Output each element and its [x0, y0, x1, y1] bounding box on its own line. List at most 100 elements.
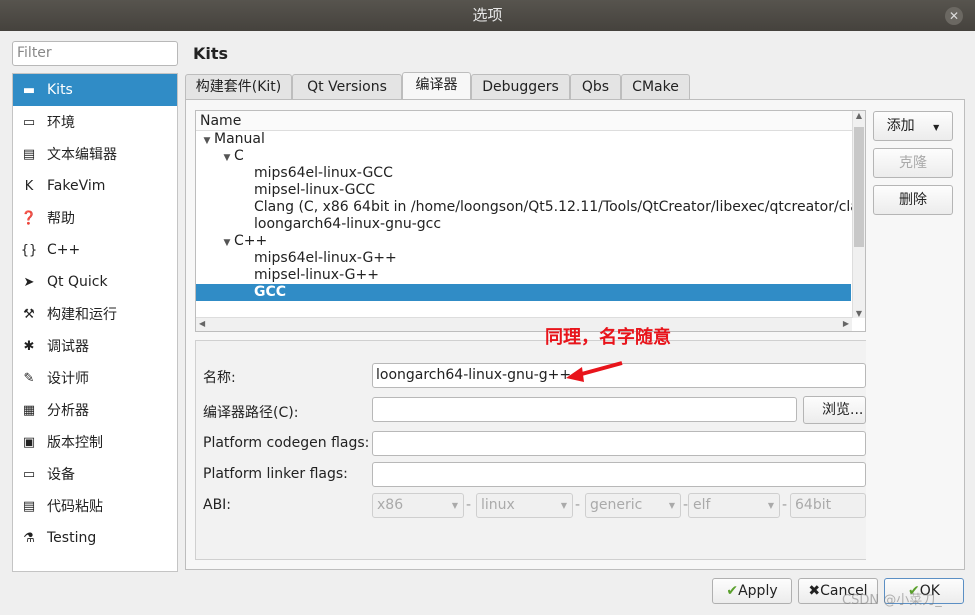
tree-row[interactable]: GCC — [196, 284, 851, 301]
dropdown-arrow-icon: ▼ — [767, 501, 774, 510]
abi-combo-4[interactable]: 64bit — [790, 493, 866, 518]
sidebar-item-3[interactable]: K FakeVim — [13, 170, 177, 202]
sidebar-item-label: 构建和运行 — [47, 307, 117, 323]
sidebar-item-12[interactable]: ▭ 设备 — [13, 458, 177, 490]
abi-combo-0[interactable]: x86 ▼ — [372, 493, 464, 518]
name-label: 名称: — [203, 370, 236, 386]
tab-5[interactable]: CMake — [621, 74, 690, 100]
device-icon: ▭ — [22, 466, 36, 482]
codegen-flags-input[interactable] — [372, 431, 866, 456]
horizontal-scrollbar[interactable]: ◀ ▶ — [196, 317, 852, 331]
window-title: 选项 — [472, 6, 503, 24]
sidebar-item-4[interactable]: ❓ 帮助 — [13, 202, 177, 234]
compiler-tree[interactable]: Name ▼ Manual ▼ Cmips64el-linux-GCC mipsel-l… — [195, 110, 866, 332]
sidebar-item-13[interactable]: ▤ 代码粘贴 — [13, 490, 177, 522]
paper-plane-icon: ➤ — [23, 274, 35, 290]
tree-row-label: mipsel-linux-GCC — [254, 182, 376, 198]
tree-row[interactable]: ▼ C — [196, 148, 865, 165]
sidebar-item-label: Kits — [47, 82, 73, 98]
sidebar-item-label: 文本编辑器 — [47, 147, 117, 163]
scrollbar-thumb[interactable] — [854, 127, 864, 247]
sidebar: ▬ Kits ▭ 环境 ▤ 文本编辑器 K FakeVim ❓ 帮助 {} C++ ➤ Qt Quick ⚒… — [12, 73, 178, 572]
abi-label: ABI: — [203, 497, 232, 513]
title-bar: 选项 — [0, 0, 975, 31]
sidebar-item-label: 代码粘贴 — [47, 499, 103, 515]
abi-combo-2[interactable]: generic ▼ — [585, 493, 681, 518]
compiler-path-label: 编译器路径(C): — [203, 405, 299, 421]
sidebar-item-label: 帮助 — [47, 211, 75, 227]
sidebar-item-2[interactable]: ▤ 文本编辑器 — [13, 138, 177, 170]
fakevim-icon: K — [24, 178, 34, 194]
tab-2[interactable]: 编译器 — [402, 72, 471, 100]
tab-4[interactable]: Qbs — [570, 74, 621, 100]
tree-row[interactable]: mipsel-linux-GCC — [196, 182, 865, 199]
sidebar-item-label: Qt Quick — [47, 274, 108, 290]
abi-separator: - — [466, 497, 472, 513]
chevron-down-icon[interactable]: ▼ — [200, 133, 214, 150]
remove-button[interactable]: 删除 — [873, 185, 953, 215]
abi-combo-1[interactable]: linux ▼ — [476, 493, 573, 518]
sidebar-item-14[interactable]: ⚗ Testing — [13, 522, 177, 554]
tree-row[interactable]: ▼ C++ — [196, 233, 865, 250]
tab-1[interactable]: Qt Versions — [292, 74, 402, 100]
sidebar-item-8[interactable]: ✱ 调试器 — [13, 330, 177, 362]
sidebar-item-label: FakeVim — [47, 178, 106, 194]
hammer-icon: ⚒ — [23, 306, 35, 322]
close-icon[interactable]: ✕ — [945, 7, 963, 25]
page-title: Kits — [193, 44, 229, 63]
browse-button[interactable]: 浏览... — [803, 396, 866, 424]
linker-flags-input[interactable] — [372, 462, 866, 487]
annotation-text: 同理，名字随意 — [545, 327, 671, 348]
monitor-icon: ▭ — [22, 114, 36, 130]
sidebar-item-label: 调试器 — [47, 339, 89, 355]
apply-button[interactable]: ✔Apply — [712, 578, 792, 604]
text-editor-icon: ▤ — [22, 146, 36, 162]
testing-icon: ⚗ — [23, 530, 35, 546]
sidebar-item-5[interactable]: {} C++ — [13, 234, 177, 266]
kits-icon: ▬ — [22, 82, 36, 98]
sidebar-item-label: 环境 — [47, 115, 75, 131]
sidebar-item-label: 分析器 — [47, 403, 89, 419]
vertical-scrollbar[interactable]: ▲ ▼ — [852, 111, 865, 318]
tree-row[interactable]: mips64el-linux-GCC — [196, 165, 865, 182]
clone-button[interactable]: 克隆 — [873, 148, 953, 178]
linker-flags-label: Platform linker flags: — [203, 466, 348, 482]
sidebar-item-9[interactable]: ✎ 设计师 — [13, 362, 177, 394]
tree-row-label: mips64el-linux-GCC — [254, 165, 393, 181]
dropdown-arrow-icon: ▼ — [560, 501, 567, 510]
sidebar-item-10[interactable]: ▦ 分析器 — [13, 394, 177, 426]
sidebar-item-6[interactable]: ➤ Qt Quick — [13, 266, 177, 298]
chevron-down-icon[interactable]: ▼ — [220, 235, 234, 252]
sidebar-item-label: C++ — [47, 242, 81, 258]
watermark: CSDN @小菜刀_ — [842, 593, 942, 608]
tree-row-label: mipsel-linux-G++ — [254, 267, 379, 283]
compiler-path-input[interactable] — [372, 397, 797, 422]
sidebar-item-1[interactable]: ▭ 环境 — [13, 106, 177, 138]
abi-separator: - — [575, 497, 581, 513]
tab-0[interactable]: 构建套件(Kit) — [185, 74, 292, 100]
tree-row[interactable]: mips64el-linux-G++ — [196, 250, 865, 267]
abi-combo-3[interactable]: elf ▼ — [688, 493, 780, 518]
tab-3[interactable]: Debuggers — [471, 74, 570, 100]
tree-header-name[interactable]: Name — [196, 111, 865, 131]
tree-row[interactable]: ▼ Manual — [196, 131, 865, 148]
sidebar-item-11[interactable]: ▣ 版本控制 — [13, 426, 177, 458]
tree-row-label: loongarch64-linux-gnu-gcc — [254, 216, 442, 232]
add-button[interactable]: 添加 ▼ — [873, 111, 953, 141]
bug-icon: ✱ — [23, 338, 35, 354]
sidebar-item-label: 设计师 — [47, 371, 89, 387]
tree-row[interactable]: loongarch64-linux-gnu-gcc — [196, 216, 865, 233]
tree-row[interactable]: mipsel-linux-G++ — [196, 267, 865, 284]
tree-row-label: mips64el-linux-G++ — [254, 250, 397, 266]
check-icon: ✔ — [726, 583, 739, 599]
help-icon: ❓ — [20, 210, 38, 226]
sidebar-item-7[interactable]: ⚒ 构建和运行 — [13, 298, 177, 330]
tree-row-label: GCC — [254, 284, 287, 300]
chevron-down-icon[interactable]: ▼ — [220, 150, 234, 167]
x-icon: ✖ — [808, 583, 821, 599]
filter-input[interactable]: Filter — [12, 41, 178, 66]
tree-row[interactable]: Clang (C, x86 64bit in /home/loongson/Qt… — [196, 199, 865, 216]
dropdown-arrow-icon: ▼ — [933, 123, 940, 132]
sidebar-item-0[interactable]: ▬ Kits — [13, 74, 177, 106]
sidebar-item-label: Testing — [47, 530, 97, 546]
